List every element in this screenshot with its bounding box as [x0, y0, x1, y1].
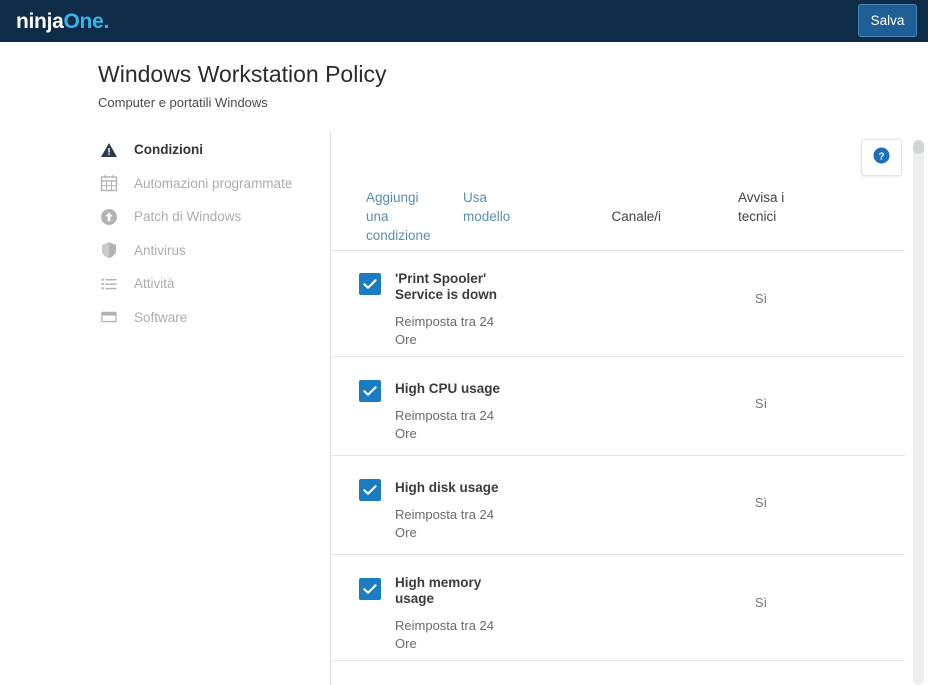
sidebar-item-condizioni[interactable]: Condizioni	[98, 133, 308, 167]
window-icon	[98, 306, 120, 328]
save-button[interactable]: Salva	[858, 4, 917, 37]
row-notify-value: Sì	[754, 495, 768, 510]
sidebar-item-label: Software	[134, 309, 188, 325]
page-header: Windows Workstation Policy Computer e po…	[98, 60, 386, 110]
sidebar-item-label: Automazioni programmate	[134, 175, 293, 191]
top-bar: ninjaOne. Salva	[0, 0, 928, 42]
row-checkbox[interactable]	[359, 578, 381, 600]
column-header-notify-technicians: Avvisa i tecnici	[738, 190, 785, 224]
table-row[interactable]: High disk usage Reimposta tra 24 Ore Sì	[331, 456, 905, 555]
page-subtitle: Computer e portatili Windows	[98, 95, 268, 110]
page-title: Windows Workstation Policy	[98, 61, 387, 87]
row-checkbox[interactable]	[359, 273, 381, 295]
row-checkbox[interactable]	[359, 380, 381, 402]
row-notify-value: Sì	[754, 396, 768, 411]
sidebar-item-label: Antivirus	[134, 242, 186, 258]
sidebar-item-label: Attività	[134, 276, 175, 292]
arrow-up-circle-icon	[98, 206, 120, 228]
list-icon	[98, 273, 120, 295]
sidebar-nav: Condizioni Automazioni programmate Patch…	[98, 133, 308, 334]
logo-text-one: One	[63, 9, 104, 33]
use-template-link[interactable]: Usa modello	[463, 188, 521, 226]
row-notify-value: Sì	[754, 291, 768, 306]
table-row[interactable]: High CPU usage Reimposta tra 24 Ore Sì	[331, 357, 905, 456]
row-title: 'Print Spooler' Service is down	[395, 271, 498, 302]
column-header-channels: Canale/i	[611, 209, 661, 224]
sidebar-item-label: Patch di Windows	[134, 209, 242, 225]
table-header: Aggiungi una condizione Usa modello Cana…	[331, 133, 905, 251]
logo-dot: .	[103, 9, 110, 33]
row-checkbox[interactable]	[359, 479, 381, 501]
sidebar-item-automazioni-programmate[interactable]: Automazioni programmate	[98, 167, 308, 201]
row-subtitle: Reimposta tra 24 Ore	[395, 507, 494, 540]
row-subtitle: Reimposta tra 24 Ore	[395, 618, 494, 651]
conditions-table: Aggiungi una condizione Usa modello Cana…	[331, 133, 905, 661]
row-title: High CPU usage	[395, 381, 501, 396]
row-notify-value: Sì	[754, 595, 768, 610]
add-condition-link[interactable]: Aggiungi una condizione	[366, 188, 431, 245]
row-subtitle: Reimposta tra 24 Ore	[395, 314, 494, 347]
calendar-icon	[98, 172, 120, 194]
sidebar-item-attivita[interactable]: Attività	[98, 267, 308, 301]
shield-icon	[98, 239, 120, 261]
sidebar-item-label: Condizioni	[134, 142, 203, 158]
row-title: High memory usage	[395, 575, 482, 606]
ninjaone-logo[interactable]: ninjaOne.	[16, 11, 109, 32]
vertical-scrollbar-track[interactable]	[913, 140, 924, 685]
vertical-scrollbar-thumb[interactable]	[913, 140, 924, 154]
sidebar-item-patch-di-windows[interactable]: Patch di Windows	[98, 200, 308, 234]
logo-text-ninja: ninja	[16, 9, 64, 33]
table-row[interactable]: 'Print Spooler' Service is down Reimpost…	[331, 251, 905, 357]
table-row[interactable]: High memory usage Reimposta tra 24 Ore S…	[331, 555, 905, 661]
warning-triangle-icon	[98, 139, 120, 161]
row-title: High disk usage	[395, 480, 499, 495]
sidebar-item-software[interactable]: Software	[98, 301, 308, 335]
row-subtitle: Reimposta tra 24 Ore	[395, 408, 494, 441]
sidebar-item-antivirus[interactable]: Antivirus	[98, 234, 308, 268]
